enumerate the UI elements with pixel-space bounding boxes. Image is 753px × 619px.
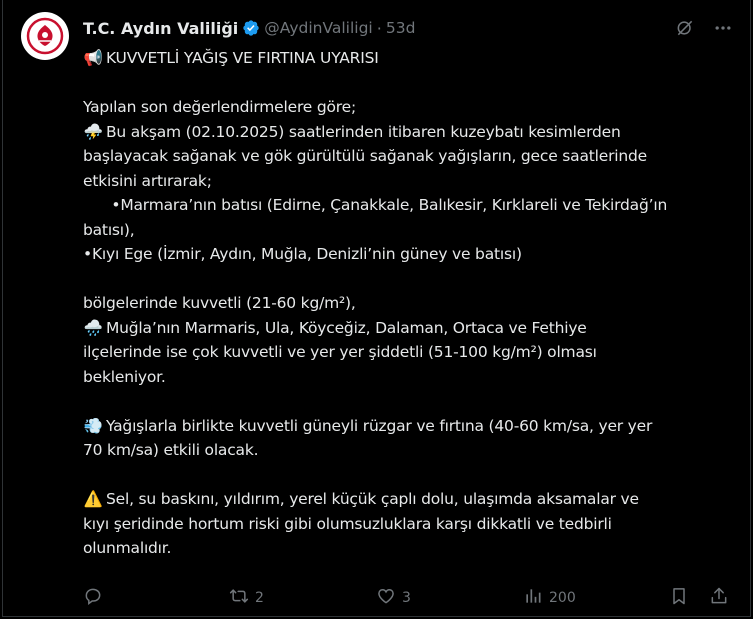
repost-icon — [229, 586, 249, 610]
post-text-line: kıyı şeridinde hortum riski gibi olumsuz… — [83, 512, 733, 537]
post-text-line: 🌧️ Muğla’nın Marmaris, Ula, Köyceğiz, Dal… — [83, 316, 733, 341]
post-text-segment: ilçelerinde ise çok kuvvetli ve yer yer … — [83, 343, 597, 361]
post-text-segment: •Marmara’nın batısı (Edirne, Çanakkale, … — [83, 196, 668, 214]
share-button[interactable] — [709, 586, 729, 610]
post-text-line: 70 km/sa) etkili olacak. — [83, 438, 733, 463]
views-icon — [523, 586, 543, 610]
share-icon — [709, 586, 729, 610]
post-text-line — [83, 267, 733, 292]
post-header: T.C. Aydın Valiliği @AydinValiligi · 53d — [83, 16, 415, 40]
post-text-segment: kıyı şeridinde hortum riski gibi olumsuz… — [83, 514, 612, 533]
post-text-segment: •Kıyı Ege (İzmir, Aydın, Muğla, Denizli’… — [83, 245, 522, 263]
post-text-line: olunmalıdır. — [83, 536, 733, 561]
views-count: 200 — [549, 590, 576, 606]
verified-badge-icon — [242, 19, 260, 37]
post-text-segment: Muğla’nın Marmaris, Ula, Köyceğiz, Dalam… — [106, 318, 587, 337]
like-button[interactable]: 3 — [376, 586, 411, 610]
emoji-icon: ⚠️ — [83, 490, 103, 508]
post-text-line: bölgelerinde kuvvetli (21-60 kg/m²), — [83, 291, 733, 316]
post-text-line: etkisini artırarak; — [83, 169, 733, 194]
post-text-line — [83, 463, 733, 488]
emoji-icon: ⛈️ — [83, 122, 103, 141]
emoji-icon: 🌧️ — [83, 318, 103, 337]
author-name[interactable]: T.C. Aydın Valiliği — [83, 19, 238, 38]
post-text-segment: Bu akşam (02.10.2025) saatlerinden itiba… — [106, 122, 621, 141]
post-text-line: ilçelerinde ise çok kuvvetli ve yer yer … — [83, 340, 733, 365]
post-top-actions — [674, 17, 734, 39]
reply-icon — [83, 586, 103, 610]
post-text: 📢 KUVVETLİ YAĞIŞ VE FIRTINA UYARISI Yapıla… — [83, 46, 733, 561]
heart-icon — [376, 586, 396, 610]
post-text-line: batısı), — [83, 218, 733, 243]
post-text-segment: batısı), — [83, 220, 135, 239]
post-text-segment: Yağışlarla birlikte kuvvetli güneyli rüz… — [106, 416, 653, 435]
post-text-line — [83, 71, 733, 96]
post-text-line: •Kıyı Ege (İzmir, Aydın, Muğla, Denizli’… — [83, 242, 733, 267]
emoji-icon: 📢 — [83, 49, 103, 67]
avatar[interactable] — [21, 12, 69, 60]
post-text-line: 📢 KUVVETLİ YAĞIŞ VE FIRTINA UYARISI — [83, 46, 733, 71]
post-timestamp[interactable]: 53d — [386, 19, 416, 37]
emoji-icon: 💨 — [83, 416, 103, 435]
post-text-segment: bekleniyor. — [83, 367, 166, 386]
more-icon[interactable] — [712, 17, 734, 39]
post-text-segment: Sel, su baskını, yıldırım, yerel küçük ç… — [106, 490, 639, 508]
grok-icon[interactable] — [674, 17, 696, 39]
repost-count: 2 — [255, 590, 264, 606]
post-text-segment: KUVVETLİ YAĞIŞ VE FIRTINA UYARISI — [106, 49, 379, 67]
post-text-segment: bölgelerinde kuvvetli (21-60 kg/m²), — [83, 294, 356, 312]
post-card: T.C. Aydın Valiliği @AydinValiligi · 53d… — [2, 0, 751, 617]
post-text-segment: etkisini artırarak; — [83, 171, 212, 190]
post-text-line: bekleniyor. — [83, 365, 733, 390]
post-text-segment: Yapılan son değerlendirmelere göre; — [83, 98, 356, 116]
post-text-segment: 70 km/sa) etkili olacak. — [83, 441, 259, 459]
repost-button[interactable]: 2 — [229, 586, 264, 610]
post-text-line — [83, 389, 733, 414]
post-text-segment: olunmalıdır. — [83, 539, 172, 557]
post-text-line: Yapılan son değerlendirmelere göre; — [83, 95, 733, 120]
post-text-line: başlayacak sağanak ve gök gürültülü sağa… — [83, 144, 733, 169]
post-text-segment: başlayacak sağanak ve gök gürültülü sağa… — [83, 147, 647, 165]
governorship-logo — [26, 17, 64, 55]
post-text-line: ⛈️ Bu akşam (02.10.2025) saatlerinden iti… — [83, 120, 733, 145]
post-text-line: 💨 Yağışlarla birlikte kuvvetli güneyli rü… — [83, 414, 733, 439]
bookmark-button[interactable] — [669, 586, 689, 610]
separator-dot: · — [376, 18, 382, 38]
views-button[interactable]: 200 — [523, 586, 576, 610]
post-text-line: ⚠️ Sel, su baskını, yıldırım, yerel küçük… — [83, 487, 733, 512]
bookmark-icon — [669, 586, 689, 610]
reply-button[interactable] — [83, 586, 109, 610]
post-text-line: •Marmara’nın batısı (Edirne, Çanakkale, … — [83, 193, 733, 218]
like-count: 3 — [402, 590, 411, 606]
author-handle[interactable]: @AydinValiligi — [264, 19, 372, 37]
action-bar: 2 3 200 — [83, 586, 733, 610]
